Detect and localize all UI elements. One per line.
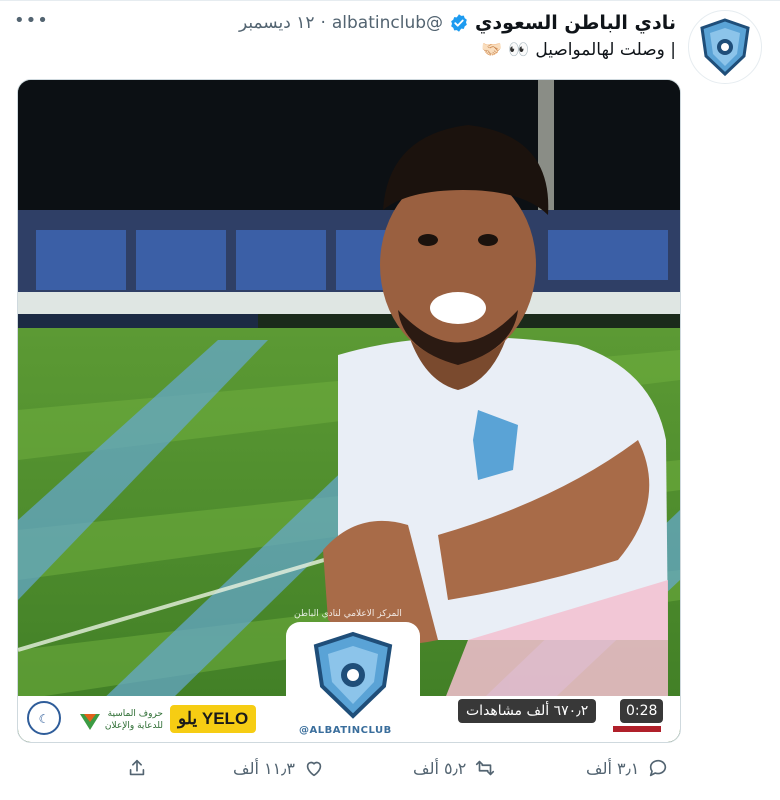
svg-text:☾: ☾ xyxy=(39,712,50,726)
reply-button[interactable]: ٣٫١ ألف xyxy=(586,752,669,784)
tweet-header: نادي الباطن السعودي @albatinclub · ١٢ دي… xyxy=(239,10,676,36)
video-player[interactable]: المركز الاعلامي لنادي الباطن ☾ حروف الما… xyxy=(17,79,681,743)
share-button[interactable] xyxy=(126,752,148,784)
retweet-button[interactable]: ٥٫٢ ألف xyxy=(413,752,496,784)
yelo-sponsor-label: يلو YELO xyxy=(170,705,257,733)
separator-dot: · xyxy=(320,13,326,33)
tweet-date[interactable]: ١٢ ديسمبر xyxy=(239,13,314,33)
user-handle[interactable]: @albatinclub xyxy=(332,13,443,33)
verified-badge-icon xyxy=(451,14,467,32)
club-crest-icon xyxy=(313,631,393,719)
top-divider xyxy=(0,0,780,1)
like-count: ١١٫٣ ألف xyxy=(233,758,295,778)
club-logo-card xyxy=(286,622,420,742)
tweet-text-body: | وصلت لهالمواصيل xyxy=(535,40,676,60)
tweet-actions-bar: ٣٫١ ألف ٥٫٢ ألف ١١٫٣ ألف xyxy=(0,752,780,788)
tweet-text: | وصلت لهالمواصيل 👀 🤝🏻 xyxy=(481,40,676,60)
view-count-badge: ٦٧٠٫٢ ألف مشاهدات xyxy=(458,699,597,723)
sponsor-logo-icon: ☾ xyxy=(27,701,61,735)
club-handle-label: @ALBATINCLUB xyxy=(299,725,392,736)
share-icon xyxy=(129,759,145,776)
sponsor-red-bar xyxy=(613,726,661,732)
video-duration-badge: 0:28 xyxy=(620,699,664,723)
club-crest-icon xyxy=(700,18,750,77)
eyes-emoji: 👀 xyxy=(508,40,530,60)
reply-icon xyxy=(650,759,667,777)
media-watermark: المركز الاعلامي لنادي الباطن xyxy=(294,609,402,619)
retweet-icon xyxy=(476,760,495,776)
almasia-sponsor-label: حروف الماسية للدعاية والإعلان xyxy=(104,709,163,731)
reply-count: ٣٫١ ألف xyxy=(586,758,640,778)
more-options-icon[interactable]: ••• xyxy=(14,10,49,31)
display-name[interactable]: نادي الباطن السعودي xyxy=(475,12,676,34)
almasia-logo-icon xyxy=(80,714,100,730)
like-button[interactable]: ١١٫٣ ألف xyxy=(233,752,325,784)
avatar[interactable] xyxy=(688,10,762,84)
heart-icon xyxy=(306,761,322,777)
handshake-emoji: 🤝🏻 xyxy=(481,40,503,60)
retweet-count: ٥٫٢ ألف xyxy=(413,758,467,778)
